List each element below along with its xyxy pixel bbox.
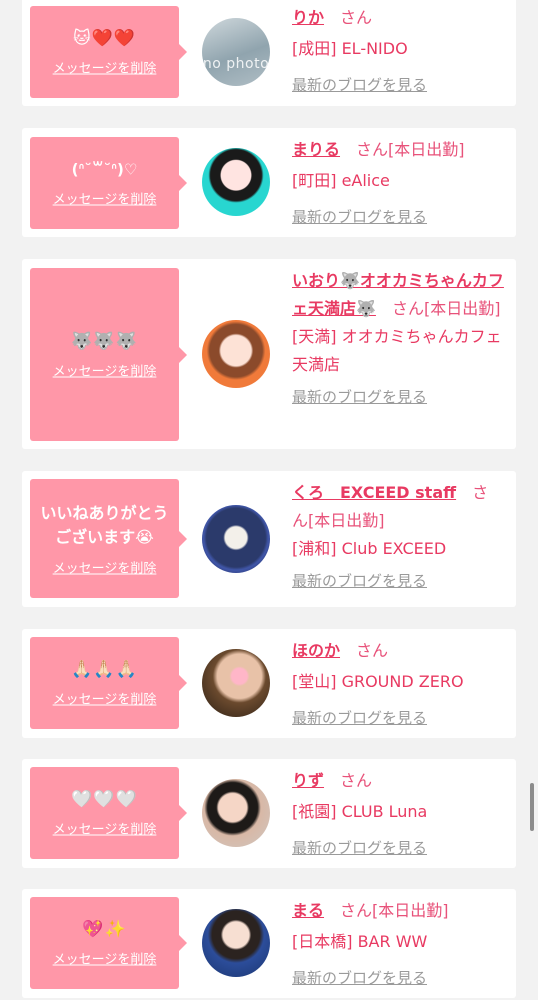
message-text: 🤍🤍🤍 <box>71 789 138 810</box>
message-card: 💖✨ メッセージを削除 まる さん[本日出勤] [日本橋] BAR WW 最新の… <box>22 889 516 998</box>
store-label: [日本橋] BAR WW <box>292 932 428 951</box>
honorific: さん <box>391 299 424 318</box>
profile-name-link[interactable]: りず <box>292 771 324 790</box>
avatar[interactable] <box>202 148 270 216</box>
message-bubble: 🐺🐺🐺 メッセージを削除 <box>30 268 187 441</box>
delete-message-link[interactable]: メッセージを削除 <box>53 949 157 968</box>
profile-name-link[interactable]: まる <box>292 901 324 920</box>
message-bubble: 🤍🤍🤍 メッセージを削除 <box>30 767 187 859</box>
delete-message-link[interactable]: メッセージを削除 <box>53 819 157 838</box>
message-card: いいねありがとうございます😭 メッセージを削除 くろ EXCEED staff … <box>22 471 516 607</box>
latest-blog-link[interactable]: 最新のブログを見る <box>292 572 427 590</box>
delete-message-link[interactable]: メッセージを削除 <box>53 557 157 576</box>
message-text: 💖✨ <box>82 919 127 940</box>
message-card: 🐺🐺🐺 メッセージを削除 いおり🐺オオカミちゃんカフェ天満店🐺 さん[本日出勤]… <box>22 259 516 449</box>
profile-info: りか さん [成田] EL-NIDO 最新のブログを見る <box>292 4 504 99</box>
message-text: 🐺🐺🐺 <box>71 331 138 351</box>
avatar[interactable] <box>202 649 270 717</box>
profile-info: くろ EXCEED staff さん[本日出勤] [浦和] Club EXCEE… <box>292 479 504 595</box>
store-label: [堂山] GROUND ZERO <box>292 672 464 691</box>
latest-blog-link[interactable]: 最新のブログを見る <box>292 969 427 987</box>
profile-name-link[interactable]: ほのか <box>292 641 340 660</box>
message-card: 🐱❤️❤️ メッセージを削除 no photo りか さん [成田] EL-NI… <box>22 0 516 106</box>
store-label: [祇園] CLUB Luna <box>292 802 428 821</box>
store-label: [成田] EL-NIDO <box>292 39 408 58</box>
store-label: [町田] eAlice <box>292 171 390 190</box>
working-today-status: [本日出勤] <box>308 511 385 530</box>
delete-message-link[interactable]: メッセージを削除 <box>53 689 157 708</box>
store-label: [浦和] Club EXCEED <box>292 539 447 558</box>
profile-info: いおり🐺オオカミちゃんカフェ天満店🐺 さん[本日出勤] [天満] オオカミちゃん… <box>292 267 504 411</box>
profile-info: りず さん [祇園] CLUB Luna 最新のブログを見る <box>292 767 504 862</box>
profile-name-link[interactable]: まりる <box>292 140 340 159</box>
message-card: 🙏🏻🙏🏻🙏🏻 メッセージを削除 ほのか さん [堂山] GROUND ZERO … <box>22 629 516 738</box>
honorific: さん <box>340 901 373 920</box>
delete-message-link[interactable]: メッセージを削除 <box>53 189 157 208</box>
working-today-status: [本日出勤] <box>388 140 465 159</box>
honorific: さん <box>356 641 389 660</box>
latest-blog-link[interactable]: 最新のブログを見る <box>292 839 427 857</box>
message-card: 🤍🤍🤍 メッセージを削除 りず さん [祇園] CLUB Luna 最新のブログ… <box>22 759 516 868</box>
honorific: さん <box>340 8 373 27</box>
message-bubble: (ᐢ˘꒳˘ᐢ)♡ メッセージを削除 <box>30 137 187 229</box>
profile-info: ほのか さん [堂山] GROUND ZERO 最新のブログを見る <box>292 637 504 732</box>
avatar[interactable] <box>202 779 270 847</box>
message-card: (ᐢ˘꒳˘ᐢ)♡ メッセージを削除 まりる さん[本日出勤] [町田] eAli… <box>22 128 516 237</box>
scrollbar[interactable] <box>530 783 534 831</box>
message-bubble: 🙏🏻🙏🏻🙏🏻 メッセージを削除 <box>30 637 187 729</box>
store-label: [天満] オオカミちゃんカフェ天満店 <box>292 327 502 374</box>
message-bubble: いいねありがとうございます😭 メッセージを削除 <box>30 479 187 598</box>
latest-blog-link[interactable]: 最新のブログを見る <box>292 208 427 226</box>
latest-blog-link[interactable]: 最新のブログを見る <box>292 709 427 727</box>
profile-info: まる さん[本日出勤] [日本橋] BAR WW 最新のブログを見る <box>292 897 504 992</box>
honorific: さん <box>340 771 373 790</box>
delete-message-link[interactable]: メッセージを削除 <box>53 360 157 379</box>
message-text: 🙏🏻🙏🏻🙏🏻 <box>71 659 138 680</box>
message-text: (ᐢ˘꒳˘ᐢ)♡ <box>71 160 138 179</box>
message-text: 🐱❤️❤️ <box>72 28 137 49</box>
latest-blog-link[interactable]: 最新のブログを見る <box>292 76 427 94</box>
latest-blog-link[interactable]: 最新のブログを見る <box>292 388 427 406</box>
message-list: 🐱❤️❤️ メッセージを削除 no photo りか さん [成田] EL-NI… <box>0 0 538 1000</box>
message-bubble: 💖✨ メッセージを削除 <box>30 897 187 989</box>
avatar[interactable] <box>202 909 270 977</box>
working-today-status: [本日出勤] <box>372 901 449 920</box>
avatar[interactable] <box>202 505 270 573</box>
avatar-placeholder-text: no photo <box>202 56 270 72</box>
message-bubble: 🐱❤️❤️ メッセージを削除 <box>30 6 187 98</box>
honorific: さん <box>356 140 389 159</box>
working-today-status: [本日出勤] <box>423 299 501 318</box>
avatar[interactable]: no photo <box>202 18 270 86</box>
message-text: いいねありがとうございます😭 <box>40 503 169 546</box>
profile-info: まりる さん[本日出勤] [町田] eAlice 最新のブログを見る <box>292 136 504 231</box>
avatar[interactable] <box>202 320 270 388</box>
profile-name-link[interactable]: くろ EXCEED staff <box>292 483 456 502</box>
profile-name-link[interactable]: りか <box>292 8 324 27</box>
delete-message-link[interactable]: メッセージを削除 <box>53 58 157 77</box>
